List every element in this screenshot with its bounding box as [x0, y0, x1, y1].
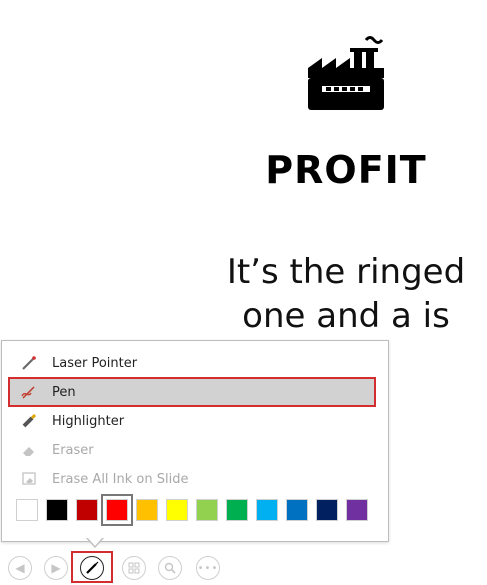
- color-swatch[interactable]: [346, 499, 368, 521]
- color-swatch[interactable]: [136, 499, 158, 521]
- next-icon: ▶: [51, 561, 61, 575]
- color-swatch[interactable]: [106, 499, 128, 521]
- menu-item-pen[interactable]: Pen: [8, 377, 376, 407]
- pointer-options-menu: Laser Pointer Pen Highlighter Eraser Era…: [1, 340, 389, 542]
- menu-item-eraser: Eraser: [10, 437, 374, 463]
- factory-icon: [308, 36, 384, 110]
- pen-button-highlight: [71, 551, 113, 583]
- menu-item-label: Eraser: [52, 442, 94, 458]
- zoom-button[interactable]: [158, 556, 182, 580]
- previous-button[interactable]: ◀: [8, 556, 32, 580]
- color-swatch[interactable]: [46, 499, 68, 521]
- color-swatch[interactable]: [286, 499, 308, 521]
- menu-item-erase-all: Erase All Ink on Slide: [10, 466, 374, 492]
- slide-body-line: one and a is: [242, 296, 450, 336]
- color-swatch[interactable]: [316, 499, 338, 521]
- color-swatch[interactable]: [256, 499, 278, 521]
- pen-icon: [20, 383, 38, 401]
- see-all-slides-button[interactable]: [122, 556, 146, 580]
- slide-body-line: It’s the ringed: [226, 252, 466, 292]
- laser-pointer-icon: [20, 354, 38, 372]
- menu-item-highlighter[interactable]: Highlighter: [10, 408, 374, 434]
- color-swatch[interactable]: [196, 499, 218, 521]
- color-swatch[interactable]: [76, 499, 98, 521]
- menu-item-label: Erase All Ink on Slide: [52, 471, 189, 487]
- color-swatch[interactable]: [226, 499, 248, 521]
- erase-all-icon: [20, 470, 38, 488]
- menu-item-laser-pointer[interactable]: Laser Pointer: [10, 350, 374, 376]
- zoom-icon: [164, 562, 176, 574]
- eraser-icon: [20, 441, 38, 459]
- more-icon: •••: [197, 562, 219, 574]
- more-options-button[interactable]: •••: [196, 556, 220, 580]
- slide-title: PROFIT: [265, 148, 427, 192]
- ink-color-palette: [16, 499, 376, 521]
- color-swatch[interactable]: [16, 499, 38, 521]
- color-swatch[interactable]: [166, 499, 188, 521]
- previous-icon: ◀: [15, 561, 25, 575]
- menu-pointer-caret-fill: [87, 537, 103, 546]
- highlighter-icon: [20, 412, 38, 430]
- slides-icon: [128, 562, 140, 574]
- next-button[interactable]: ▶: [44, 556, 68, 580]
- menu-item-label: Laser Pointer: [52, 355, 138, 371]
- menu-item-label: Pen: [52, 384, 76, 400]
- menu-item-label: Highlighter: [52, 413, 125, 429]
